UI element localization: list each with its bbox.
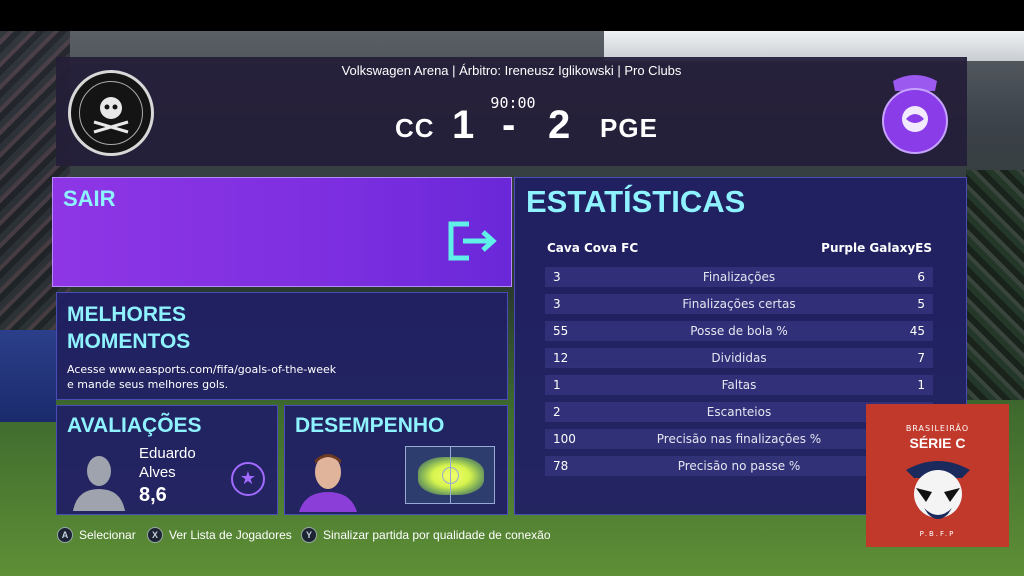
home-team-crest: [68, 70, 154, 156]
stat-label: Finalizações: [702, 270, 776, 284]
hint-player-list: X Ver Lista de Jogadores: [147, 527, 292, 543]
highlights-tile[interactable]: MELHORES MOMENTOS Acesse www.easports.co…: [56, 292, 508, 400]
stat-label: Finalizações certas: [682, 297, 796, 311]
exit-label: SAIR: [63, 186, 116, 211]
player-last-name: Alves: [139, 464, 176, 481]
hint-player-list-label: Ver Lista de Jogadores: [169, 528, 292, 542]
advertising-board: [0, 330, 56, 422]
home-score: 1: [452, 103, 475, 147]
stat-away-value: 45: [909, 324, 925, 338]
stats-title: ESTATÍSTICAS: [526, 184, 746, 219]
mascot-icon: [902, 452, 974, 526]
performance-title: DESEMPENHO: [295, 414, 445, 437]
away-team-abbr: PGE: [600, 113, 658, 143]
highlights-title: MELHORES MOMENTOS: [67, 303, 191, 353]
home-team-abbr: CC: [395, 113, 435, 143]
exit-button[interactable]: SAIR: [52, 177, 512, 287]
stat-row: 1 Faltas 1: [545, 375, 933, 395]
ratings-tile[interactable]: AVALIAÇÕES Eduardo Alves 8,6 ★: [56, 405, 278, 515]
ratings-title: AVALIAÇÕES: [67, 414, 202, 437]
player-rating: 8,6: [139, 484, 167, 506]
performance-tile[interactable]: DESEMPENHO: [284, 405, 508, 515]
stats-away-team: Purple GalaxyES: [821, 241, 932, 255]
a-button-icon: A: [57, 527, 73, 543]
match-info: Volkswagen Arena | Árbitro: Ireneusz Igl…: [341, 63, 682, 78]
hint-select-label: Selecionar: [79, 528, 136, 542]
stat-label: Divididas: [711, 351, 767, 365]
stat-away-value: 1: [917, 378, 925, 392]
away-team-crest: [879, 69, 951, 157]
scoreboard: Volkswagen Arena | Árbitro: Ireneusz Igl…: [56, 57, 967, 166]
stands-right: [966, 170, 1024, 400]
heatmap: [405, 446, 495, 504]
stat-row: 3 Finalizações 6: [545, 267, 933, 287]
y-button-icon: Y: [301, 527, 317, 543]
x-button-icon: X: [147, 527, 163, 543]
stat-label: Posse de bola %: [690, 324, 788, 338]
away-score: 2: [548, 103, 571, 147]
logo-line1: BRASILEIRÃO: [905, 424, 970, 433]
stat-label: Faltas: [721, 378, 757, 392]
logo-line2: SÉRIE C: [909, 435, 966, 451]
score-separator: -: [502, 103, 516, 147]
stat-away-value: 5: [917, 297, 925, 311]
highlights-description: Acesse www.easports.com/fifa/goals-of-th…: [67, 363, 337, 391]
stat-row: 3 Finalizações certas 5: [545, 294, 933, 314]
stat-row: 12 Divididas 7: [545, 348, 933, 368]
logo-line3: P.B.F.P: [919, 530, 956, 538]
player-first-name: Eduardo: [139, 445, 196, 462]
stat-away-value: 6: [917, 270, 925, 284]
hint-select: A Selecionar: [57, 527, 136, 543]
stat-row: 55 Posse de bola % 45: [545, 321, 933, 341]
stats-home-team: Cava Cova FC: [547, 241, 639, 255]
player-name: Eduardo Alves: [139, 444, 196, 482]
serie-c-logo: BRASILEIRÃO SÉRIE C P.B.F.P: [866, 404, 1009, 547]
stat-away-value: 7: [917, 351, 925, 365]
hint-report-label: Sinalizar partida por qualidade de conex…: [323, 528, 551, 542]
hint-report: Y Sinalizar partida por qualidade de con…: [301, 527, 551, 543]
player-portrait: [295, 446, 361, 512]
player-silhouette-icon: [69, 451, 129, 511]
letterbox-top: [0, 0, 1024, 31]
star-icon: ★: [231, 462, 265, 496]
exit-icon: [447, 220, 499, 262]
